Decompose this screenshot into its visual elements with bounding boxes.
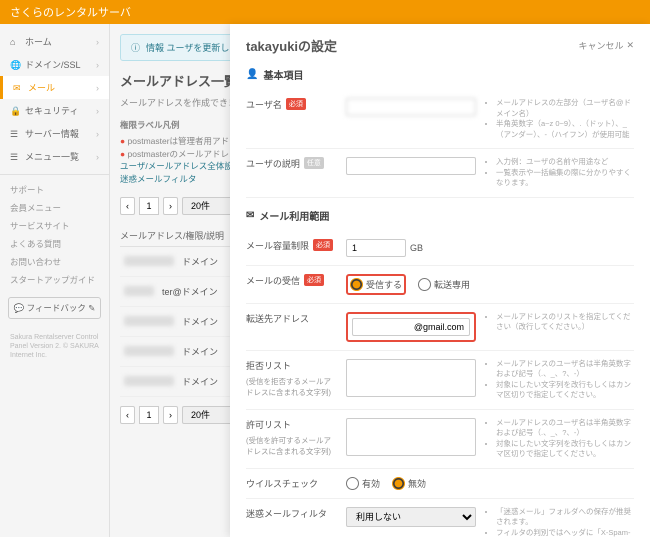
help-text: 入力例：ユーザの名前や用途など一覧表示や一括編集の際に分かりやすくなります。 <box>486 157 634 189</box>
help-text: メールアドレスの左部分（ユーザ名@ドメイン名）半角英数字（a~z 0~9）、.（… <box>486 98 634 140</box>
help-text: 「迷惑メール」フォルダへの保存が推奨されます。フィルタの判別ではヘッダに「X-S… <box>486 507 634 537</box>
sidebar-sub-member[interactable]: 会員メニュー <box>0 199 109 217</box>
mail-icon: ✉ <box>246 210 254 221</box>
page-next-button[interactable]: › <box>163 406 178 424</box>
page-next-button[interactable]: › <box>163 197 178 215</box>
receive-radio-forward[interactable]: 転送専用 <box>418 274 470 295</box>
required-badge: 必須 <box>304 274 324 286</box>
required-badge: 必須 <box>286 98 306 110</box>
required-badge: 必須 <box>313 239 333 251</box>
chevron-right-icon: › <box>96 37 99 47</box>
copyright: Sakura Rentalserver Control Panel Versio… <box>0 327 109 366</box>
section-basic: 👤基本項目 <box>246 67 634 82</box>
close-icon: ✕ <box>626 40 634 51</box>
spam-filter-select[interactable]: 利用しない <box>346 507 476 527</box>
page-prev-button[interactable]: ‹ <box>120 197 135 215</box>
settings-modal: takayukiの設定 キャンセル ✕ 👤基本項目 ユーザ名必須 メールアドレス… <box>230 24 650 537</box>
home-icon: ⌂ <box>10 37 20 47</box>
virus-radio-on[interactable]: 有効 <box>346 477 380 490</box>
sidebar-item-server[interactable]: ☰サーバー情報› <box>0 122 109 145</box>
info-icon: ⓘ <box>131 41 140 54</box>
feedback-button[interactable]: 💬 フィードバック ✎ <box>8 297 101 319</box>
receive-radio-receive[interactable]: 受信する <box>350 278 402 291</box>
globe-icon: 🌐 <box>10 60 20 70</box>
chevron-right-icon: › <box>96 106 99 116</box>
list-icon: ☰ <box>10 152 20 162</box>
reject-list-input[interactable] <box>346 359 476 397</box>
cancel-button[interactable]: キャンセル ✕ <box>578 39 634 52</box>
sidebar-sub-service[interactable]: サービスサイト <box>0 217 109 235</box>
page-number-input[interactable] <box>139 406 159 424</box>
forward-input[interactable] <box>352 318 470 336</box>
sidebar-item-mail[interactable]: ✉メール› <box>0 76 109 99</box>
capacity-input[interactable] <box>346 239 406 257</box>
user-icon: 👤 <box>246 69 258 80</box>
username-input[interactable] <box>346 98 476 116</box>
optional-badge: 任意 <box>304 157 324 169</box>
sidebar-item-security[interactable]: 🔒セキュリティ› <box>0 99 109 122</box>
app-title: さくらのレンタルサーバ <box>10 4 131 20</box>
topbar: さくらのレンタルサーバ <box>0 0 650 24</box>
chevron-right-icon: › <box>96 60 99 70</box>
modal-title: takayukiの設定 <box>246 36 337 55</box>
page-prev-button[interactable]: ‹ <box>120 406 135 424</box>
sidebar-item-home[interactable]: ⌂ホーム› <box>0 30 109 53</box>
chevron-right-icon: › <box>96 129 99 139</box>
server-icon: ☰ <box>10 129 20 139</box>
sidebar-sub-contact[interactable]: お問い合わせ <box>0 253 109 271</box>
userdesc-input[interactable] <box>346 157 476 175</box>
page-number-input[interactable] <box>139 197 159 215</box>
sidebar-sub-support[interactable]: サポート <box>0 181 109 199</box>
help-text: メールアドレスのリストを指定してください（改行してください。） <box>486 312 634 342</box>
help-text: メールアドレスのユーザ名は半角英数字および記号（.、_、?、-）対象にしたい文字… <box>486 359 634 401</box>
allow-list-input[interactable] <box>346 418 476 456</box>
help-text: メールアドレスのユーザ名は半角英数字および記号（.、_、?、-）対象にしたい文字… <box>486 418 634 460</box>
sidebar-item-menu[interactable]: ☰メニュー一覧› <box>0 145 109 168</box>
chevron-right-icon: › <box>96 83 99 93</box>
chevron-right-icon: › <box>96 152 99 162</box>
virus-radio-off[interactable]: 無効 <box>392 477 426 490</box>
mail-icon: ✉ <box>13 83 23 93</box>
sidebar-item-domain[interactable]: 🌐ドメイン/SSL› <box>0 53 109 76</box>
sidebar-sub-startup[interactable]: スタートアップガイド <box>0 271 109 289</box>
sidebar: ⌂ホーム› 🌐ドメイン/SSL› ✉メール› 🔒セキュリティ› ☰サーバー情報›… <box>0 24 110 537</box>
lock-icon: 🔒 <box>10 106 20 116</box>
sidebar-sub-faq[interactable]: よくある質問 <box>0 235 109 253</box>
section-mail-usage: ✉メール利用範囲 <box>246 208 634 223</box>
